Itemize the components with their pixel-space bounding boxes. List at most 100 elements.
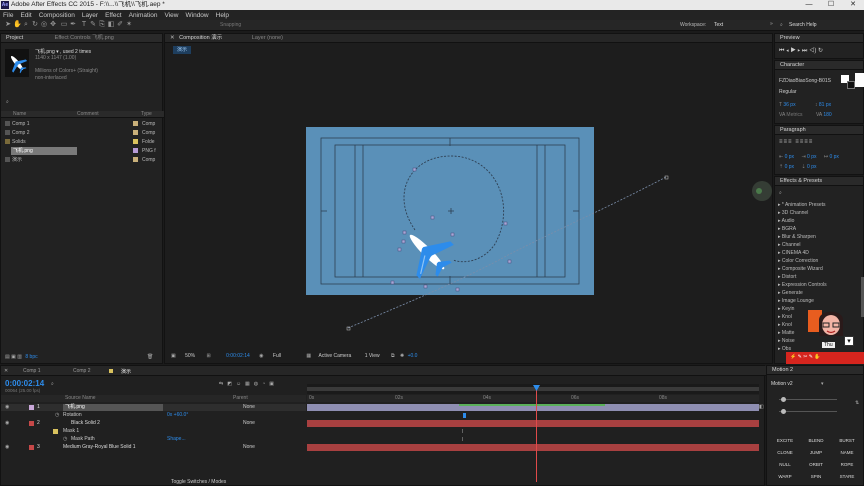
tab-demo[interactable]: 演示 xyxy=(121,368,131,375)
selection-tool-icon[interactable]: ➤ xyxy=(4,21,12,29)
menu-edit[interactable]: Edit xyxy=(20,12,31,19)
effects-search-icon[interactable]: ⌕ xyxy=(779,190,782,196)
timeline-property-row[interactable]: ◷ Rotation 0x +60.0° xyxy=(1,412,306,419)
motion-slider-1[interactable] xyxy=(779,399,837,400)
menu-window[interactable]: Window xyxy=(186,12,209,19)
layer-parent-select[interactable]: None xyxy=(243,404,255,411)
font-family-select[interactable]: FZDiaoBiaoSong-B01S xyxy=(779,78,835,84)
resolution-icon[interactable]: ⊞ xyxy=(207,353,211,359)
motion-rope-button[interactable]: ROPE xyxy=(834,460,860,470)
layer-bar-black-solid[interactable] xyxy=(307,420,759,427)
hand-tool-icon[interactable]: ✋ xyxy=(13,21,22,29)
rotation-keyframe[interactable] xyxy=(463,413,466,418)
timeline-search-icon[interactable]: ⌕ xyxy=(51,381,54,387)
justify-all-icon[interactable]: ≡ xyxy=(809,139,814,145)
col-source-name[interactable]: Source Name xyxy=(65,395,96,401)
motion-clone-button[interactable]: CLONE xyxy=(772,448,798,458)
new-comp-icon[interactable]: ▥ xyxy=(17,354,22,360)
effects-item[interactable]: ▸ Composite Wizard xyxy=(775,265,861,273)
viewer-timecode[interactable]: 0:00:02:14 xyxy=(226,353,250,359)
effects-item[interactable]: ▸ Expression Controls xyxy=(775,281,861,289)
col-name[interactable]: Name xyxy=(13,111,26,117)
font-style-select[interactable]: Regular xyxy=(779,89,797,95)
tab-preview[interactable]: Preview xyxy=(775,34,863,43)
motion-jump-button[interactable]: JUMP xyxy=(803,448,829,458)
stroke-color-swatch[interactable] xyxy=(847,81,855,89)
minimize-button[interactable]: — xyxy=(798,0,820,10)
kerning-value[interactable]: Metrics xyxy=(786,112,802,118)
frame-blending-icon[interactable]: ▦ xyxy=(245,381,254,387)
brainstorm-icon[interactable]: ▣ xyxy=(269,381,278,387)
effects-item[interactable]: ▸ * Animation Presets xyxy=(775,201,861,209)
comp-viewer[interactable] xyxy=(165,54,774,351)
interpret-footage-icon[interactable]: ▤ xyxy=(5,354,10,360)
brush-tool-icon[interactable]: ✎ xyxy=(89,21,97,29)
visibility-eye-icon[interactable]: ◉ xyxy=(5,404,9,411)
play-icon[interactable]: ▶ xyxy=(790,48,795,54)
motion-blur-icon[interactable]: ◍ xyxy=(254,381,262,387)
property-value[interactable]: Shape... xyxy=(167,436,186,443)
menu-effect[interactable]: Effect xyxy=(105,12,122,19)
visibility-eye-icon[interactable]: ◉ xyxy=(5,444,9,451)
maximize-button[interactable]: ☐ xyxy=(820,0,842,10)
new-folder-icon[interactable]: ▣ xyxy=(11,354,16,360)
project-item[interactable]: 演示 Comp xyxy=(5,157,160,163)
indent-right-value[interactable]: 0 px xyxy=(807,154,816,160)
motion-blend-button[interactable]: BLEND xyxy=(803,436,829,446)
close-button[interactable]: ✕ xyxy=(842,0,864,10)
keyframe-marker[interactable]: I xyxy=(462,429,463,435)
stopwatch-icon[interactable]: ◷ xyxy=(55,412,59,419)
timeline-layer-row[interactable]: ◉ 1 飞机.png None xyxy=(1,404,306,411)
zoom-tool-icon[interactable]: ⌕ xyxy=(22,21,30,29)
puppet-tool-icon[interactable]: ✶ xyxy=(125,21,133,29)
prev-frame-icon[interactable]: ◂ xyxy=(786,48,789,54)
timeline-close-icon[interactable]: ✕ xyxy=(4,368,8,374)
next-frame-icon[interactable]: ▸ xyxy=(798,48,801,54)
project-search-icon[interactable]: ⌕ xyxy=(6,99,9,105)
camera-select[interactable]: Active Camera xyxy=(319,353,352,359)
motion-warp-button[interactable]: WARP xyxy=(772,472,798,482)
loop-icon[interactable]: ↻ xyxy=(818,48,823,54)
work-area-range[interactable] xyxy=(307,387,759,391)
keyframe-range[interactable] xyxy=(459,404,605,406)
clone-tool-icon[interactable]: ⎘ xyxy=(98,21,106,29)
camera-tool-icon[interactable]: ◎ xyxy=(40,21,48,29)
leading-value[interactable]: 81 px xyxy=(819,102,831,108)
exposure-icon[interactable]: ✺ xyxy=(400,353,404,359)
tracking-value[interactable]: 180 xyxy=(823,112,831,118)
bit-depth[interactable]: 8 bpc xyxy=(25,354,37,360)
region-icon[interactable]: ▦ xyxy=(306,353,311,359)
menu-help[interactable]: Help xyxy=(216,12,229,19)
eraser-tool-icon[interactable]: ◧ xyxy=(107,21,115,29)
layer-name[interactable]: 飞机.png xyxy=(63,404,163,411)
quality-select[interactable]: Full xyxy=(273,353,281,359)
property-value[interactable]: 0x +60.0° xyxy=(167,412,188,419)
timeline-property-row[interactable]: ◷ Mask Path Shape... xyxy=(1,436,306,443)
tab-character[interactable]: Character xyxy=(775,61,863,70)
layer-bar-blue-solid[interactable] xyxy=(307,444,759,451)
tab-effect-controls[interactable]: Effect Controls 飞机.png xyxy=(55,35,114,41)
motion-name-button[interactable]: NAME xyxy=(834,448,860,458)
col-type[interactable]: Type xyxy=(141,111,152,117)
layer-parent-select[interactable]: None xyxy=(243,444,255,451)
effects-item[interactable]: ▸ BGRA xyxy=(775,225,861,233)
motion-excite-button[interactable]: EXCITE xyxy=(772,436,798,446)
motion-spin-button[interactable]: SPIN xyxy=(803,472,829,482)
tab-project[interactable]: Project xyxy=(6,35,23,41)
align-right-icon[interactable]: ≡ xyxy=(788,139,793,145)
search-help-input[interactable]: Search Help xyxy=(789,22,817,28)
motion-dropdown-icon[interactable]: ▾ xyxy=(821,381,824,387)
type-tool-icon[interactable]: T xyxy=(80,21,88,29)
motion-slider-2[interactable] xyxy=(779,411,837,412)
layer-name[interactable]: Black Solid 2 xyxy=(71,420,100,427)
menu-layer[interactable]: Layer xyxy=(82,12,98,19)
roto-brush-tool-icon[interactable]: ✐ xyxy=(116,21,124,29)
delete-icon[interactable]: 🗑 xyxy=(147,354,153,360)
timeline-mask-row[interactable]: Mask 1 xyxy=(1,428,306,435)
tab-comp-1[interactable]: Comp 1 xyxy=(23,368,41,374)
menu-view[interactable]: View xyxy=(165,12,179,19)
layer-label-color[interactable] xyxy=(29,405,34,410)
motion-null-button[interactable]: NULL xyxy=(772,460,798,470)
comp-chip[interactable]: 演示 xyxy=(173,46,192,54)
tab-paragraph[interactable]: Paragraph xyxy=(775,126,863,135)
